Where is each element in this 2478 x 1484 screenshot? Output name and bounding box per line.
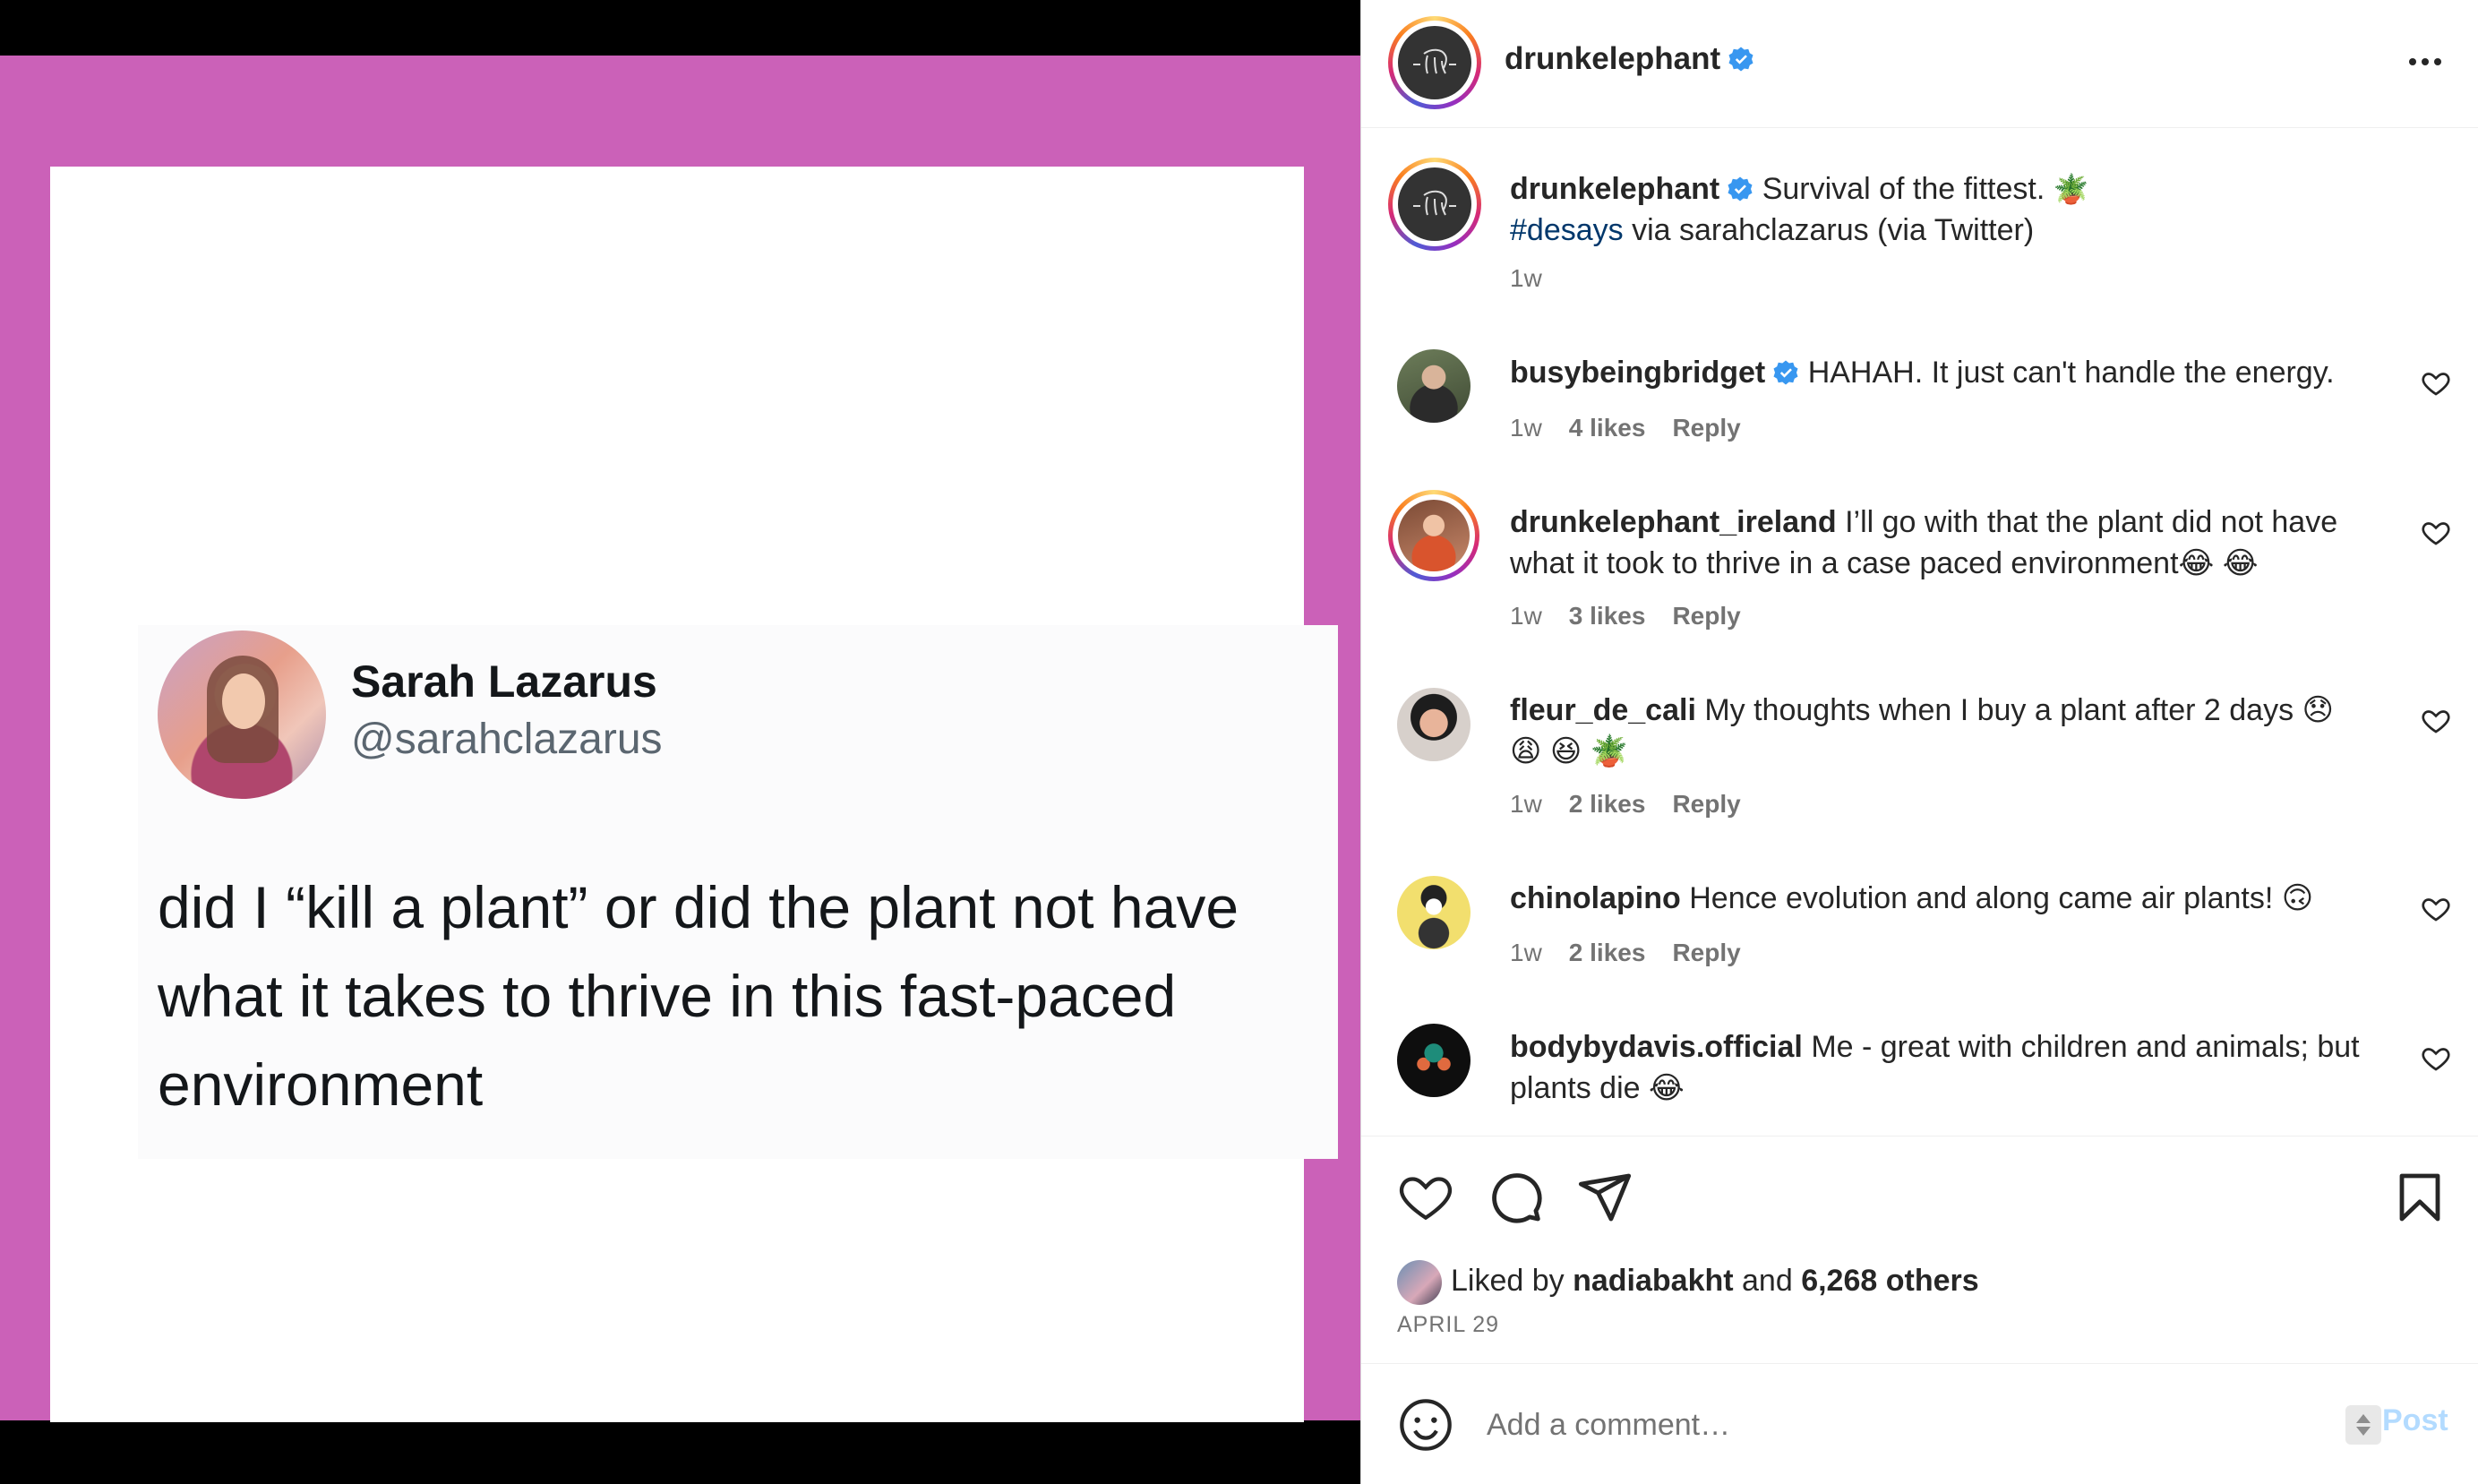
commenter-username[interactable]: busybeingbridget	[1510, 356, 1765, 390]
post-date[interactable]: APRIL 29	[1397, 1312, 1499, 1338]
post-actions: Liked by nadiabakht and 6,268 others APR…	[1361, 1136, 2478, 1351]
ellipsis-icon	[2409, 58, 2416, 65]
author-username-text[interactable]: drunkelephant	[1505, 41, 1720, 76]
comment-text: chinolapino Hence evolution and along ca…	[1510, 878, 2370, 919]
bookmark-icon[interactable]	[2391, 1169, 2448, 1226]
commenter-avatar[interactable]	[1397, 1024, 1471, 1097]
caption-body: Survival of the fittest.	[1762, 172, 2054, 206]
commenter-username[interactable]: chinolapino	[1510, 881, 1681, 915]
caption-credit: via sarahclazarus (via Twitter)	[1623, 213, 2035, 247]
reply-button[interactable]: Reply	[1672, 939, 1740, 967]
tweet-author-name: Sarah Lazarus	[351, 656, 657, 707]
media-frame: Sarah Lazarus @sarahclazarus did I “kill…	[0, 56, 1360, 1422]
comment-heart-icon[interactable]	[2420, 517, 2452, 549]
comment-heart-icon[interactable]	[2420, 893, 2452, 925]
commenter-username[interactable]: bodybydavis.official	[1510, 1030, 1803, 1064]
liker-username[interactable]: nadiabakht	[1573, 1264, 1733, 1298]
tweet-avatar	[158, 630, 326, 799]
heart-icon[interactable]	[1397, 1169, 1454, 1226]
caption-text: drunkelephant Survival of the fittest. 🪴…	[1510, 168, 2405, 251]
tweet-text: did I “kill a plant” or did the plant no…	[158, 874, 1239, 1118]
post-side-panel: drunkelephant drunkelephant Survival of …	[1360, 0, 2478, 1484]
emoji-smile-icon[interactable]	[1397, 1396, 1454, 1454]
paper-plane-icon[interactable]	[1576, 1169, 1633, 1226]
comment-heart-icon[interactable]	[2420, 1042, 2452, 1075]
post-header: drunkelephant	[1361, 0, 2478, 128]
reply-button[interactable]: Reply	[1672, 414, 1740, 442]
comment-heart-icon[interactable]	[2420, 367, 2452, 399]
tweet-author-handle: @sarahclazarus	[351, 716, 663, 763]
comment-body: HAHAH. It just can't handle the energy.	[1807, 356, 2335, 390]
media-card: Sarah Lazarus @sarahclazarus did I “kill…	[50, 167, 1338, 1422]
more-options-button[interactable]	[2398, 39, 2452, 84]
commenter-avatar[interactable]	[1397, 876, 1471, 949]
hashtag-link[interactable]: #desays	[1510, 213, 1624, 247]
commenter-avatar[interactable]	[1397, 349, 1471, 423]
liker-avatar[interactable]	[1397, 1260, 1442, 1305]
commenter-avatar[interactable]	[1388, 490, 1479, 581]
comment-time[interactable]: 1w	[1510, 939, 1542, 967]
drunk-elephant-logo-icon	[1398, 26, 1471, 99]
comment-meta: 1w 4 likes Reply	[1510, 414, 1741, 442]
verified-badge-icon	[1728, 47, 1753, 72]
reply-button[interactable]: Reply	[1672, 790, 1740, 819]
drunk-elephant-logo-icon	[1398, 167, 1471, 241]
commenter-username[interactable]: fleur_de_cali	[1510, 693, 1696, 727]
caption-timestamp[interactable]: 1w	[1510, 264, 1542, 293]
comment-time[interactable]: 1w	[1510, 602, 1542, 630]
comment-body: Hence evolution and along came air plant…	[1689, 881, 2314, 915]
comment-meta: 1w 2 likes Reply	[1510, 790, 1741, 819]
post-media[interactable]: Sarah Lazarus @sarahclazarus did I “kill…	[0, 0, 1360, 1484]
comment-text: busybeingbridget HAHAH. It just can't ha…	[1510, 352, 2370, 393]
likes-summary[interactable]: Liked by nadiabakht and 6,268 others	[1451, 1264, 1979, 1299]
add-comment-bar: Post	[1361, 1363, 2478, 1484]
comment-text: fleur_de_cali My thoughts when I buy a p…	[1510, 690, 2370, 772]
comment-text: drunkelephant_ireland I’ll go with that …	[1510, 502, 2370, 584]
verified-badge-icon	[1773, 360, 1798, 385]
comment-meta: 1w 3 likes Reply	[1510, 602, 1741, 630]
caption-author-avatar[interactable]	[1388, 158, 1481, 251]
resize-handle-icon[interactable]	[2345, 1405, 2381, 1445]
commenter-avatar[interactable]	[1397, 688, 1471, 761]
comment-likes[interactable]: 2 likes	[1569, 939, 1646, 967]
comment-heart-icon[interactable]	[2420, 705, 2452, 737]
comment-time[interactable]: 1w	[1510, 790, 1542, 819]
caption-username[interactable]: drunkelephant	[1510, 172, 1719, 206]
comment-likes[interactable]: 2 likes	[1569, 790, 1646, 819]
likes-others[interactable]: 6,268 others	[1801, 1264, 1978, 1298]
commenter-username[interactable]: drunkelephant_ireland	[1510, 505, 1837, 539]
comment-likes[interactable]: 3 likes	[1569, 602, 1646, 630]
comment-meta: 1w 2 likes Reply	[1510, 939, 1741, 967]
author-avatar[interactable]	[1388, 16, 1481, 109]
verified-badge-icon	[1728, 176, 1753, 202]
comment-likes[interactable]: 4 likes	[1569, 414, 1646, 442]
author-username[interactable]: drunkelephant	[1505, 41, 1754, 77]
comment-icon[interactable]	[1487, 1169, 1544, 1226]
comment-time[interactable]: 1w	[1510, 414, 1542, 442]
post-comment-button[interactable]: Post	[2382, 1403, 2448, 1438]
tweet-screenshot: Sarah Lazarus @sarahclazarus did I “kill…	[138, 625, 1338, 1159]
comment-input[interactable]	[1487, 1400, 2293, 1450]
likes-middle: and	[1733, 1264, 1802, 1298]
potted-plant-emoji: 🪴	[2053, 173, 2089, 205]
reply-button[interactable]: Reply	[1672, 602, 1740, 630]
comment-text: bodybydavis.official Me - great with chi…	[1510, 1026, 2370, 1109]
likes-prefix: Liked by	[1451, 1264, 1573, 1298]
